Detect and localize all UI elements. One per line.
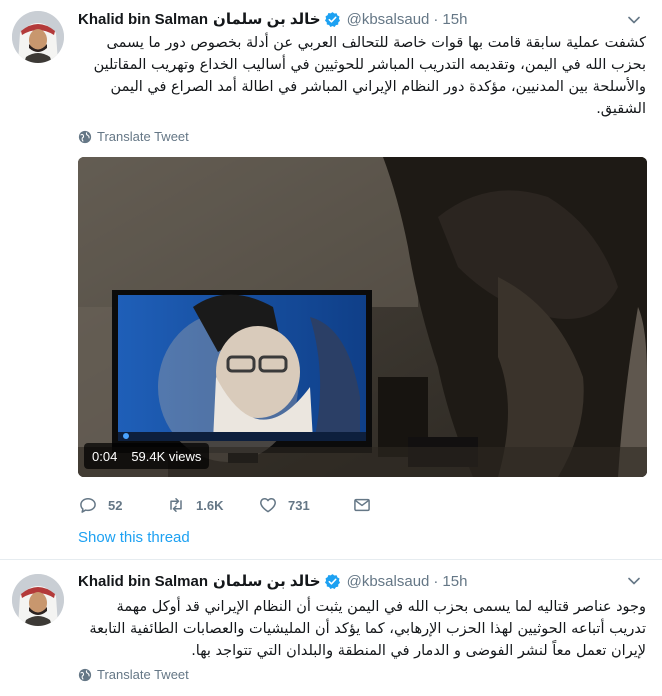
author-name-arabic[interactable]: خالد بن سلمان — [213, 10, 321, 28]
video-frame — [78, 157, 647, 477]
retweet-button[interactable]: 1.6K — [166, 495, 258, 515]
author-name-arabic[interactable]: خالد بن سلمان — [213, 572, 321, 590]
video-status: 0:04 59.4K views — [84, 443, 210, 469]
verified-badge-icon — [324, 573, 340, 589]
timestamp[interactable]: 15h — [442, 573, 467, 590]
chevron-down-icon[interactable] — [628, 577, 640, 585]
verified-badge-icon — [324, 11, 340, 27]
separator-dot: · — [433, 10, 439, 28]
translate-tweet-link[interactable]: Translate Tweet — [78, 667, 189, 682]
tweet-actions: 52 1.6K 731 — [78, 494, 372, 516]
translate-label[interactable]: Translate Tweet — [97, 667, 189, 682]
heart-icon — [260, 498, 276, 513]
tweet-header: Khalid bin Salman خالد بن سلمان @kbsalsa… — [78, 571, 467, 591]
tweet-text: وجود عناصر قتاليه لما يسمى بحزب الله في … — [89, 599, 646, 659]
globe-icon — [78, 668, 92, 681]
video-view-count: 59.4K views — [131, 448, 202, 464]
direct-message-icon — [354, 498, 370, 512]
tweet-header: Khalid bin Salman خالد بن سلمان @kbsalsa… — [78, 9, 467, 29]
video-elapsed-time: 0:04 — [92, 448, 118, 464]
avatar-image — [12, 574, 64, 626]
timestamp[interactable]: 15h — [442, 11, 467, 28]
tweet[interactable]: Khalid bin Salman خالد بن سلمان @kbsalsa… — [0, 0, 662, 560]
chevron-down-icon[interactable] — [628, 16, 640, 24]
reply-icon — [80, 498, 96, 513]
author-handle[interactable]: @kbsalsaud — [347, 573, 430, 590]
retweet-icon — [170, 498, 182, 512]
avatar[interactable] — [12, 574, 64, 626]
like-button[interactable]: 731 — [258, 495, 352, 515]
tweet[interactable]: Khalid bin Salman خالد بن سلمان @kbsalsa… — [0, 562, 662, 696]
globe-icon — [78, 130, 92, 143]
author-name[interactable]: Khalid bin Salman — [78, 11, 208, 28]
translate-label[interactable]: Translate Tweet — [97, 129, 189, 144]
avatar[interactable] — [12, 11, 64, 63]
author-name[interactable]: Khalid bin Salman — [78, 573, 208, 590]
separator-dot: · — [433, 572, 439, 590]
tweet-divider — [0, 559, 662, 560]
retweet-count: 1.6K — [196, 497, 224, 513]
reply-button[interactable]: 52 — [78, 495, 166, 515]
tweet-text: كشفت عملية سابقة قامت بها قوات خاصة للتح… — [93, 35, 646, 117]
author-handle[interactable]: @kbsalsaud — [347, 11, 430, 28]
direct-message-button[interactable] — [352, 495, 372, 515]
show-thread-link[interactable]: Show this thread — [78, 529, 190, 546]
avatar-image — [12, 11, 64, 63]
reply-count: 52 — [108, 497, 123, 513]
video-player[interactable]: 0:04 59.4K views — [78, 157, 647, 477]
translate-tweet-link[interactable]: Translate Tweet — [78, 129, 189, 144]
like-count: 731 — [288, 497, 310, 513]
